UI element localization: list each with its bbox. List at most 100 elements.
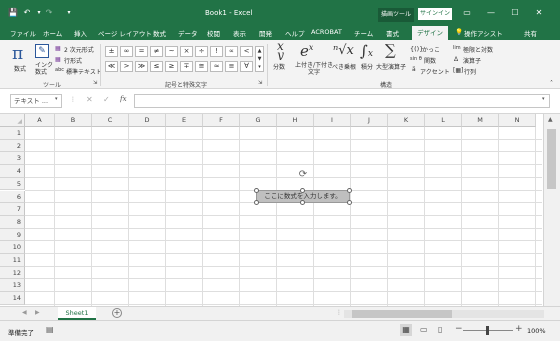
ink-equation-button[interactable]: インク数式 [35, 62, 55, 76]
next-sheet-icon[interactable]: ▶ [35, 309, 40, 316]
accent-button[interactable]: アクセント [420, 67, 450, 76]
zoom-level[interactable]: 100% [527, 327, 546, 335]
ribbon-display-icon[interactable]: ▭ [462, 8, 472, 18]
column-header-j[interactable]: J [351, 114, 388, 127]
formula-input[interactable] [134, 94, 550, 108]
symbol-less-than[interactable]: < [240, 46, 253, 57]
symbol-times[interactable]: × [180, 46, 193, 57]
symbol-less-equal[interactable]: ≤ [150, 61, 163, 72]
resize-handle[interactable] [347, 188, 352, 193]
tools-launcher-icon[interactable]: ⇲ [93, 80, 97, 86]
select-all-corner[interactable]: ◢ [0, 114, 25, 127]
name-box-dropdown-icon[interactable]: ▾ [55, 96, 58, 102]
prev-sheet-icon[interactable]: ◀ [22, 309, 27, 316]
row-header-12[interactable]: 12 [0, 266, 25, 280]
column-header-f[interactable]: F [203, 114, 240, 127]
bracket-button[interactable]: かっこ [422, 45, 440, 54]
symbol-gallery-scroll[interactable]: ▲ ▼ ▾ [255, 46, 264, 72]
column-header-b[interactable]: B [55, 114, 92, 127]
minimize-icon[interactable]: — [486, 8, 496, 18]
symbol-much-greater[interactable]: ≫ [135, 61, 148, 72]
column-header-g[interactable]: G [240, 114, 277, 127]
normal-view-icon[interactable]: ▦ [400, 324, 412, 336]
collapse-ribbon-icon[interactable]: ˄ [550, 80, 553, 87]
professional-format-button[interactable]: 2 次元形式 [64, 45, 94, 54]
symbol-proportional[interactable]: ∝ [225, 46, 238, 57]
row-header-1[interactable]: 1 [0, 127, 25, 140]
add-sheet-icon[interactable]: + [112, 308, 122, 318]
rotate-handle-icon[interactable]: ⟳ [297, 169, 309, 181]
tab-team[interactable]: チーム [354, 28, 373, 38]
column-header-c[interactable]: C [92, 114, 129, 127]
linear-icon[interactable]: ▦ [55, 56, 61, 63]
tab-help[interactable]: ヘルプ [285, 28, 305, 38]
row-header-7[interactable]: 7 [0, 203, 25, 216]
row-header-2[interactable]: 2 [0, 139, 25, 153]
tab-design[interactable]: デザイン [412, 26, 448, 40]
symbol-not-equal[interactable]: ≠ [150, 46, 163, 57]
symbol-greater-than[interactable]: > [120, 61, 133, 72]
pi-equation-icon[interactable]: π [12, 44, 23, 64]
undo-dropdown-icon[interactable]: ▾ [34, 8, 44, 18]
symbol-minus-plus[interactable]: ∓ [180, 61, 193, 72]
radical-icon[interactable]: ⁿ√x [333, 43, 354, 58]
zoom-in-icon[interactable]: + [515, 324, 523, 334]
sign-in-button[interactable]: サインイン [418, 8, 452, 20]
function-icon[interactable]: sin θ [410, 56, 422, 62]
column-header-l[interactable]: L [425, 114, 462, 127]
resize-handle[interactable] [347, 200, 352, 205]
tab-insert[interactable]: 挿入 [74, 28, 87, 38]
radical-button[interactable]: べき乗根 [332, 62, 356, 71]
operator-icon[interactable]: Δ [454, 56, 458, 63]
ink-equation-icon[interactable]: ✎ [35, 44, 49, 58]
insert-function-button[interactable]: fx [120, 95, 127, 103]
column-header-m[interactable]: M [462, 114, 499, 127]
tab-split-icon[interactable]: ⋮ [336, 309, 342, 316]
row-header-6[interactable]: 6 [0, 190, 25, 204]
column-header-e[interactable]: E [166, 114, 203, 127]
page-break-view-icon[interactable]: ▯ [438, 325, 442, 334]
row-header-11[interactable]: 11 [0, 254, 25, 267]
matrix-button[interactable]: 行列 [464, 67, 476, 76]
symbol-infinity[interactable]: ∞ [120, 46, 133, 57]
expand-formula-bar-icon[interactable]: ▾ [542, 96, 545, 102]
tab-file[interactable]: ファイル [10, 28, 36, 38]
large-operator-icon[interactable]: ∑ [385, 41, 396, 59]
symbol-greater-equal[interactable]: ≥ [165, 61, 178, 72]
tab-page-layout[interactable]: ページ レイアウト [98, 28, 152, 38]
accent-icon[interactable]: ä [412, 66, 416, 73]
symbol-tilde[interactable]: ~ [165, 46, 178, 57]
tab-format[interactable]: 書式 [386, 28, 399, 38]
symbols-launcher-icon[interactable]: ⇲ [258, 80, 262, 86]
linear2d-icon[interactable]: ▦ [55, 45, 61, 52]
column-header-d[interactable]: D [129, 114, 166, 127]
row-header-13[interactable]: 13 [0, 279, 25, 293]
zoom-out-icon[interactable]: − [455, 324, 463, 334]
operator-button[interactable]: 演算子 [463, 56, 481, 65]
symbol-factorial[interactable]: ! [210, 46, 223, 57]
fraction-button[interactable]: 分数 [273, 62, 285, 71]
symbol-plus-minus[interactable]: ± [105, 46, 118, 57]
zoom-slider-thumb[interactable] [486, 326, 489, 335]
sheet-tab-sheet1[interactable]: Sheet1 [58, 307, 96, 320]
linear-format-button[interactable]: 行形式 [64, 56, 82, 65]
fraction-icon[interactable]: xy [277, 42, 284, 60]
tab-acrobat[interactable]: ACROBAT [311, 28, 342, 36]
resize-handle[interactable] [300, 200, 305, 205]
script-button[interactable]: 上付き/下付き 文字 [290, 62, 338, 76]
tab-developer[interactable]: 開発 [259, 28, 272, 38]
lightbulb-icon[interactable]: 💡 [455, 28, 463, 36]
horizontal-scrollbar[interactable] [344, 310, 544, 318]
tab-view[interactable]: 表示 [233, 28, 246, 38]
symbol-identical[interactable]: ≡ [225, 61, 238, 72]
tab-formulas[interactable]: 数式 [153, 28, 166, 38]
integral-button[interactable]: 積分 [361, 62, 373, 71]
symbol-equals[interactable]: = [135, 46, 148, 57]
row-header-8[interactable]: 8 [0, 215, 25, 229]
column-header-n[interactable]: N [499, 114, 536, 127]
limit-button[interactable]: 極限と対数 [463, 45, 493, 54]
column-header-a[interactable]: A [25, 114, 55, 127]
save-icon[interactable]: 💾 [8, 8, 18, 18]
row-header-9[interactable]: 9 [0, 228, 25, 242]
page-layout-view-icon[interactable]: ▭ [420, 325, 428, 334]
